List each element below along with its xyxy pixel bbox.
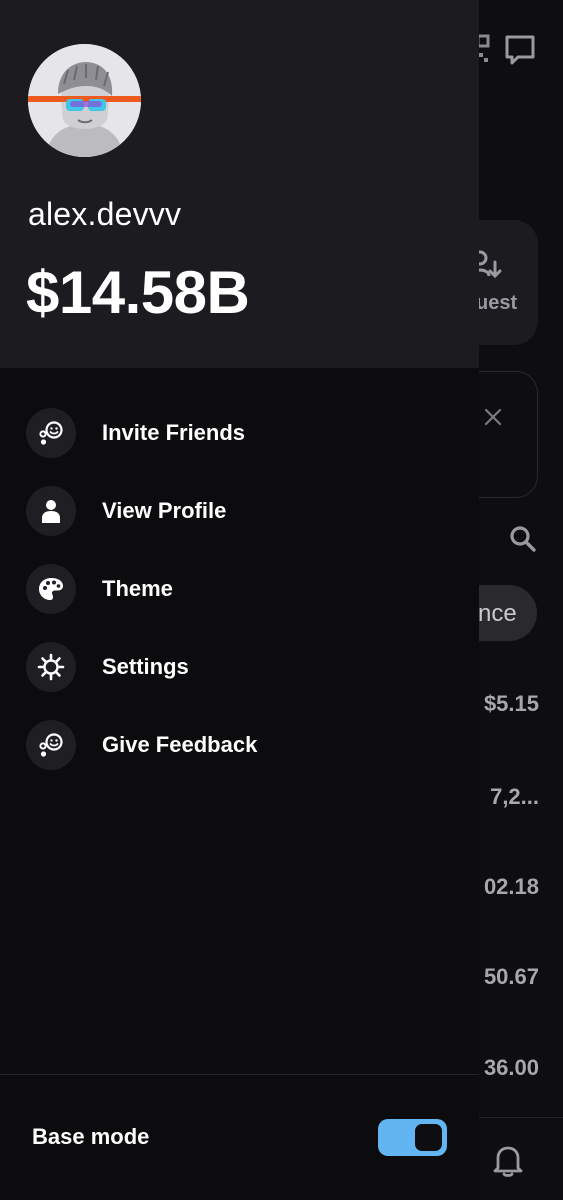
menu-item-theme[interactable]: Theme xyxy=(0,557,479,621)
drawer-footer-divider xyxy=(0,1074,479,1075)
list-item-amount: 50.67 xyxy=(483,964,539,989)
menu-item-settings[interactable]: Settings xyxy=(0,635,479,699)
list-item-amount: 7,2... xyxy=(490,784,539,809)
person-icon xyxy=(26,486,76,536)
feedback-icon xyxy=(26,720,76,770)
username: alex.devvv xyxy=(28,196,182,232)
gear-icon xyxy=(26,642,76,692)
menu-item-label: Settings xyxy=(102,654,189,679)
bottom-nav-divider xyxy=(479,1117,563,1118)
bell-icon[interactable] xyxy=(488,1140,528,1180)
filter-pill-label: nce xyxy=(478,600,517,627)
drawer-header: alex.devvv $14.58B xyxy=(0,0,479,368)
base-mode-label: Base mode xyxy=(32,1124,150,1149)
base-mode-toggle[interactable] xyxy=(378,1119,447,1156)
search-icon[interactable] xyxy=(508,524,538,554)
invite-friends-icon xyxy=(26,408,76,458)
toggle-knob xyxy=(415,1124,442,1151)
menu-item-label: Theme xyxy=(102,576,173,601)
chat-icon[interactable] xyxy=(500,30,540,70)
menu-item-give-feedback[interactable]: Give Feedback xyxy=(0,713,479,777)
avatar[interactable] xyxy=(28,44,141,157)
menu-item-label: Invite Friends xyxy=(102,420,246,445)
menu-item-label: View Profile xyxy=(102,498,227,523)
list-item-amount: 02.18 xyxy=(483,874,539,899)
close-icon[interactable] xyxy=(480,404,506,430)
balance-total: $14.58B xyxy=(26,259,250,326)
list-item-amount: 36.00 xyxy=(483,1055,539,1080)
menu-item-label: Give Feedback xyxy=(102,732,258,757)
side-drawer: alex.devvv $14.58B Invite Friends View P… xyxy=(0,0,479,1200)
request-label: uest xyxy=(476,292,518,314)
menu-item-view-profile[interactable]: View Profile xyxy=(0,479,479,543)
palette-icon xyxy=(26,564,76,614)
menu-item-invite-friends[interactable]: Invite Friends xyxy=(0,401,479,465)
list-item-amount: $5.15 xyxy=(483,691,539,716)
